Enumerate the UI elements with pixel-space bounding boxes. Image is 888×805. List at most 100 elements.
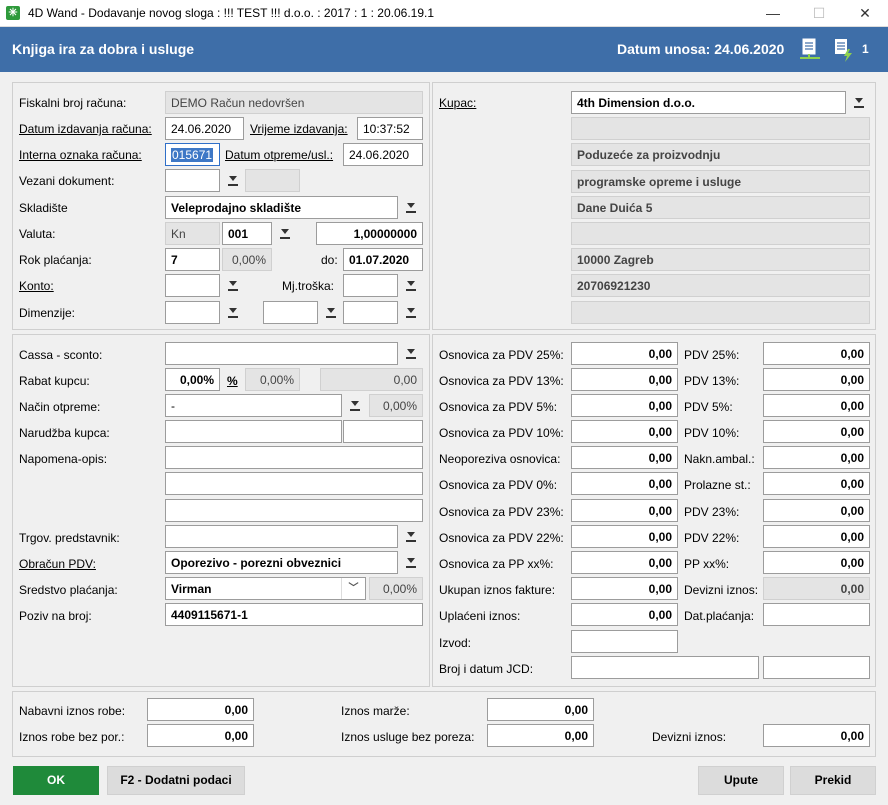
shipping-method-field[interactable]: - <box>165 394 342 417</box>
cassa-sconto-field[interactable] <box>165 342 398 365</box>
tax-row-value-2[interactable]: 0,00 <box>763 368 870 391</box>
customer-discount-field[interactable]: 0,00% <box>165 368 220 391</box>
shipping-method-label: Način otpreme: <box>19 400 101 414</box>
fiskalni-label: Fiskalni broj računa: <box>19 96 127 110</box>
service-amount-field[interactable]: 0,00 <box>487 724 594 747</box>
statement-label: Izvod: <box>439 636 472 650</box>
tax-row-value[interactable]: 0,00 <box>571 342 678 365</box>
statement-field[interactable] <box>571 630 678 653</box>
note-line-1[interactable] <box>165 446 423 469</box>
exchange-rate-field[interactable]: 1,00000000 <box>316 222 423 245</box>
tax-row-value[interactable]: 0,00 <box>571 368 678 391</box>
ok-button[interactable]: OK <box>13 766 99 795</box>
issue-date-field[interactable]: 24.06.2020 <box>165 117 244 140</box>
warehouse-label: Skladište <box>19 201 68 215</box>
issue-time-field[interactable]: 10:37:52 <box>357 117 423 140</box>
foreign-amount-field[interactable]: 0,00 <box>763 724 870 747</box>
panel-totals <box>12 691 876 757</box>
payment-due-label: Rok plaćanja: <box>19 253 92 267</box>
warehouse-dropdown-icon[interactable] <box>401 196 421 219</box>
tax-row-value-2[interactable]: 0,00 <box>763 446 870 469</box>
jcd-date-field[interactable] <box>763 656 870 679</box>
document-list-icon[interactable] <box>799 37 821 63</box>
warehouse-field[interactable]: Veleprodajno skladište <box>165 196 398 219</box>
tax-row-value[interactable]: 0,00 <box>571 577 678 600</box>
note-line-3[interactable] <box>165 499 423 522</box>
jcd-number-field[interactable] <box>571 656 759 679</box>
tax-row-value[interactable]: 0,00 <box>571 525 678 548</box>
maximize-button[interactable]: ☐ <box>796 0 842 27</box>
reference-number-field[interactable]: 4409115671-1 <box>165 603 423 626</box>
currency-dropdown-icon[interactable] <box>275 222 295 245</box>
tax-row-value[interactable]: 0,00 <box>571 551 678 574</box>
tax-row-value-2[interactable]: 0,00 <box>763 420 870 443</box>
tax-row-value[interactable]: 0,00 <box>571 420 678 443</box>
cassa-sconto-dropdown-icon[interactable] <box>401 342 421 365</box>
customer-order-date-field[interactable] <box>343 420 423 443</box>
tax-row-label: Osnovica za PDV 13%: <box>439 374 564 388</box>
payment-days-field[interactable]: 7 <box>165 248 220 271</box>
tax-row-value-2[interactable]: 0,00 <box>763 342 870 365</box>
goods-amount-field[interactable]: 0,00 <box>147 724 254 747</box>
linked-document-dropdown-icon[interactable] <box>223 169 243 192</box>
dimension-3-field[interactable] <box>343 301 398 324</box>
discount-percent-readonly: 0,00% <box>245 368 300 391</box>
tax-row-value-2[interactable]: 0,00 <box>763 499 870 522</box>
dimension-1-field[interactable] <box>165 301 220 324</box>
tax-row-value[interactable]: 0,00 <box>571 472 678 495</box>
tax-row-label-2: PDV 22%: <box>684 531 740 545</box>
tax-row-value[interactable]: 0,00 <box>571 603 678 626</box>
currency-number-field[interactable]: 001 <box>222 222 272 245</box>
internal-id-field[interactable]: 015671 <box>165 143 220 166</box>
title-bar: ✳ 4D Wand - Dodavanje novog sloga : !!! … <box>0 0 888 27</box>
purchase-amount-field[interactable]: 0,00 <box>147 698 254 721</box>
shipping-method-dropdown-icon[interactable] <box>345 394 365 417</box>
tax-row-value[interactable]: 0,00 <box>571 446 678 469</box>
tax-row-label-2: PDV 5%: <box>684 400 733 414</box>
cost-center-field[interactable] <box>343 274 398 297</box>
payment-percent-field: 0,00% <box>222 248 272 271</box>
chevron-down-icon[interactable]: ﹀ <box>341 578 365 599</box>
tax-row-value-2[interactable]: 0,00 <box>763 551 870 574</box>
purchase-amount-label: Nabavni iznos robe: <box>19 704 126 718</box>
customer-dropdown-icon[interactable] <box>849 91 869 114</box>
internal-id-label: Interna oznaka računa: <box>19 148 142 162</box>
account-dropdown-icon[interactable] <box>223 274 243 297</box>
payment-method-select[interactable]: Virman ﹀ <box>165 577 366 600</box>
note-line-2[interactable] <box>165 472 423 495</box>
customer-field[interactable]: 4th Dimension d.o.o. <box>571 91 846 114</box>
form-title: Knjiga ira za dobra i usluge <box>12 41 195 57</box>
minimize-button[interactable]: — <box>750 0 796 27</box>
close-button[interactable]: ✕ <box>842 0 888 27</box>
tax-row-value-2[interactable] <box>763 603 870 626</box>
dimension-1-dropdown-icon[interactable] <box>223 301 243 324</box>
payment-due-date-field[interactable]: 01.07.2020 <box>343 248 423 271</box>
internal-id-selected-text: 015671 <box>171 148 214 162</box>
tax-row-value-2[interactable]: 0,00 <box>763 525 870 548</box>
tax-row-value-2[interactable]: 0,00 <box>763 394 870 417</box>
additional-data-button[interactable]: F2 - Dodatni podaci <box>107 766 245 795</box>
customer-order-field[interactable] <box>165 420 342 443</box>
cancel-button[interactable]: Prekid <box>790 766 876 795</box>
dimension-2-field[interactable] <box>263 301 318 324</box>
vat-calc-field[interactable]: Oporezivo - porezni obveznici <box>165 551 398 574</box>
account-field[interactable] <box>165 274 220 297</box>
vat-calc-dropdown-icon[interactable] <box>401 551 421 574</box>
document-flash-icon[interactable] <box>833 37 855 63</box>
tax-row-value-2[interactable]: 0,00 <box>763 472 870 495</box>
tax-row-label-2: PDV 25%: <box>684 348 740 362</box>
linked-document-field[interactable] <box>165 169 220 192</box>
dimension-2-dropdown-icon[interactable] <box>321 301 341 324</box>
customer-line-1 <box>571 117 870 140</box>
tax-row-value[interactable]: 0,00 <box>571 499 678 522</box>
margin-field[interactable]: 0,00 <box>487 698 594 721</box>
tax-row-value[interactable]: 0,00 <box>571 394 678 417</box>
shipping-date-field[interactable]: 24.06.2020 <box>343 143 423 166</box>
dimension-3-dropdown-icon[interactable] <box>401 301 421 324</box>
app-icon: ✳ <box>6 6 20 20</box>
help-button[interactable]: Upute <box>698 766 784 795</box>
sales-rep-field[interactable] <box>165 525 398 548</box>
percent-toggle[interactable]: % <box>227 374 238 388</box>
sales-rep-dropdown-icon[interactable] <box>401 525 421 548</box>
cost-center-dropdown-icon[interactable] <box>401 274 421 297</box>
